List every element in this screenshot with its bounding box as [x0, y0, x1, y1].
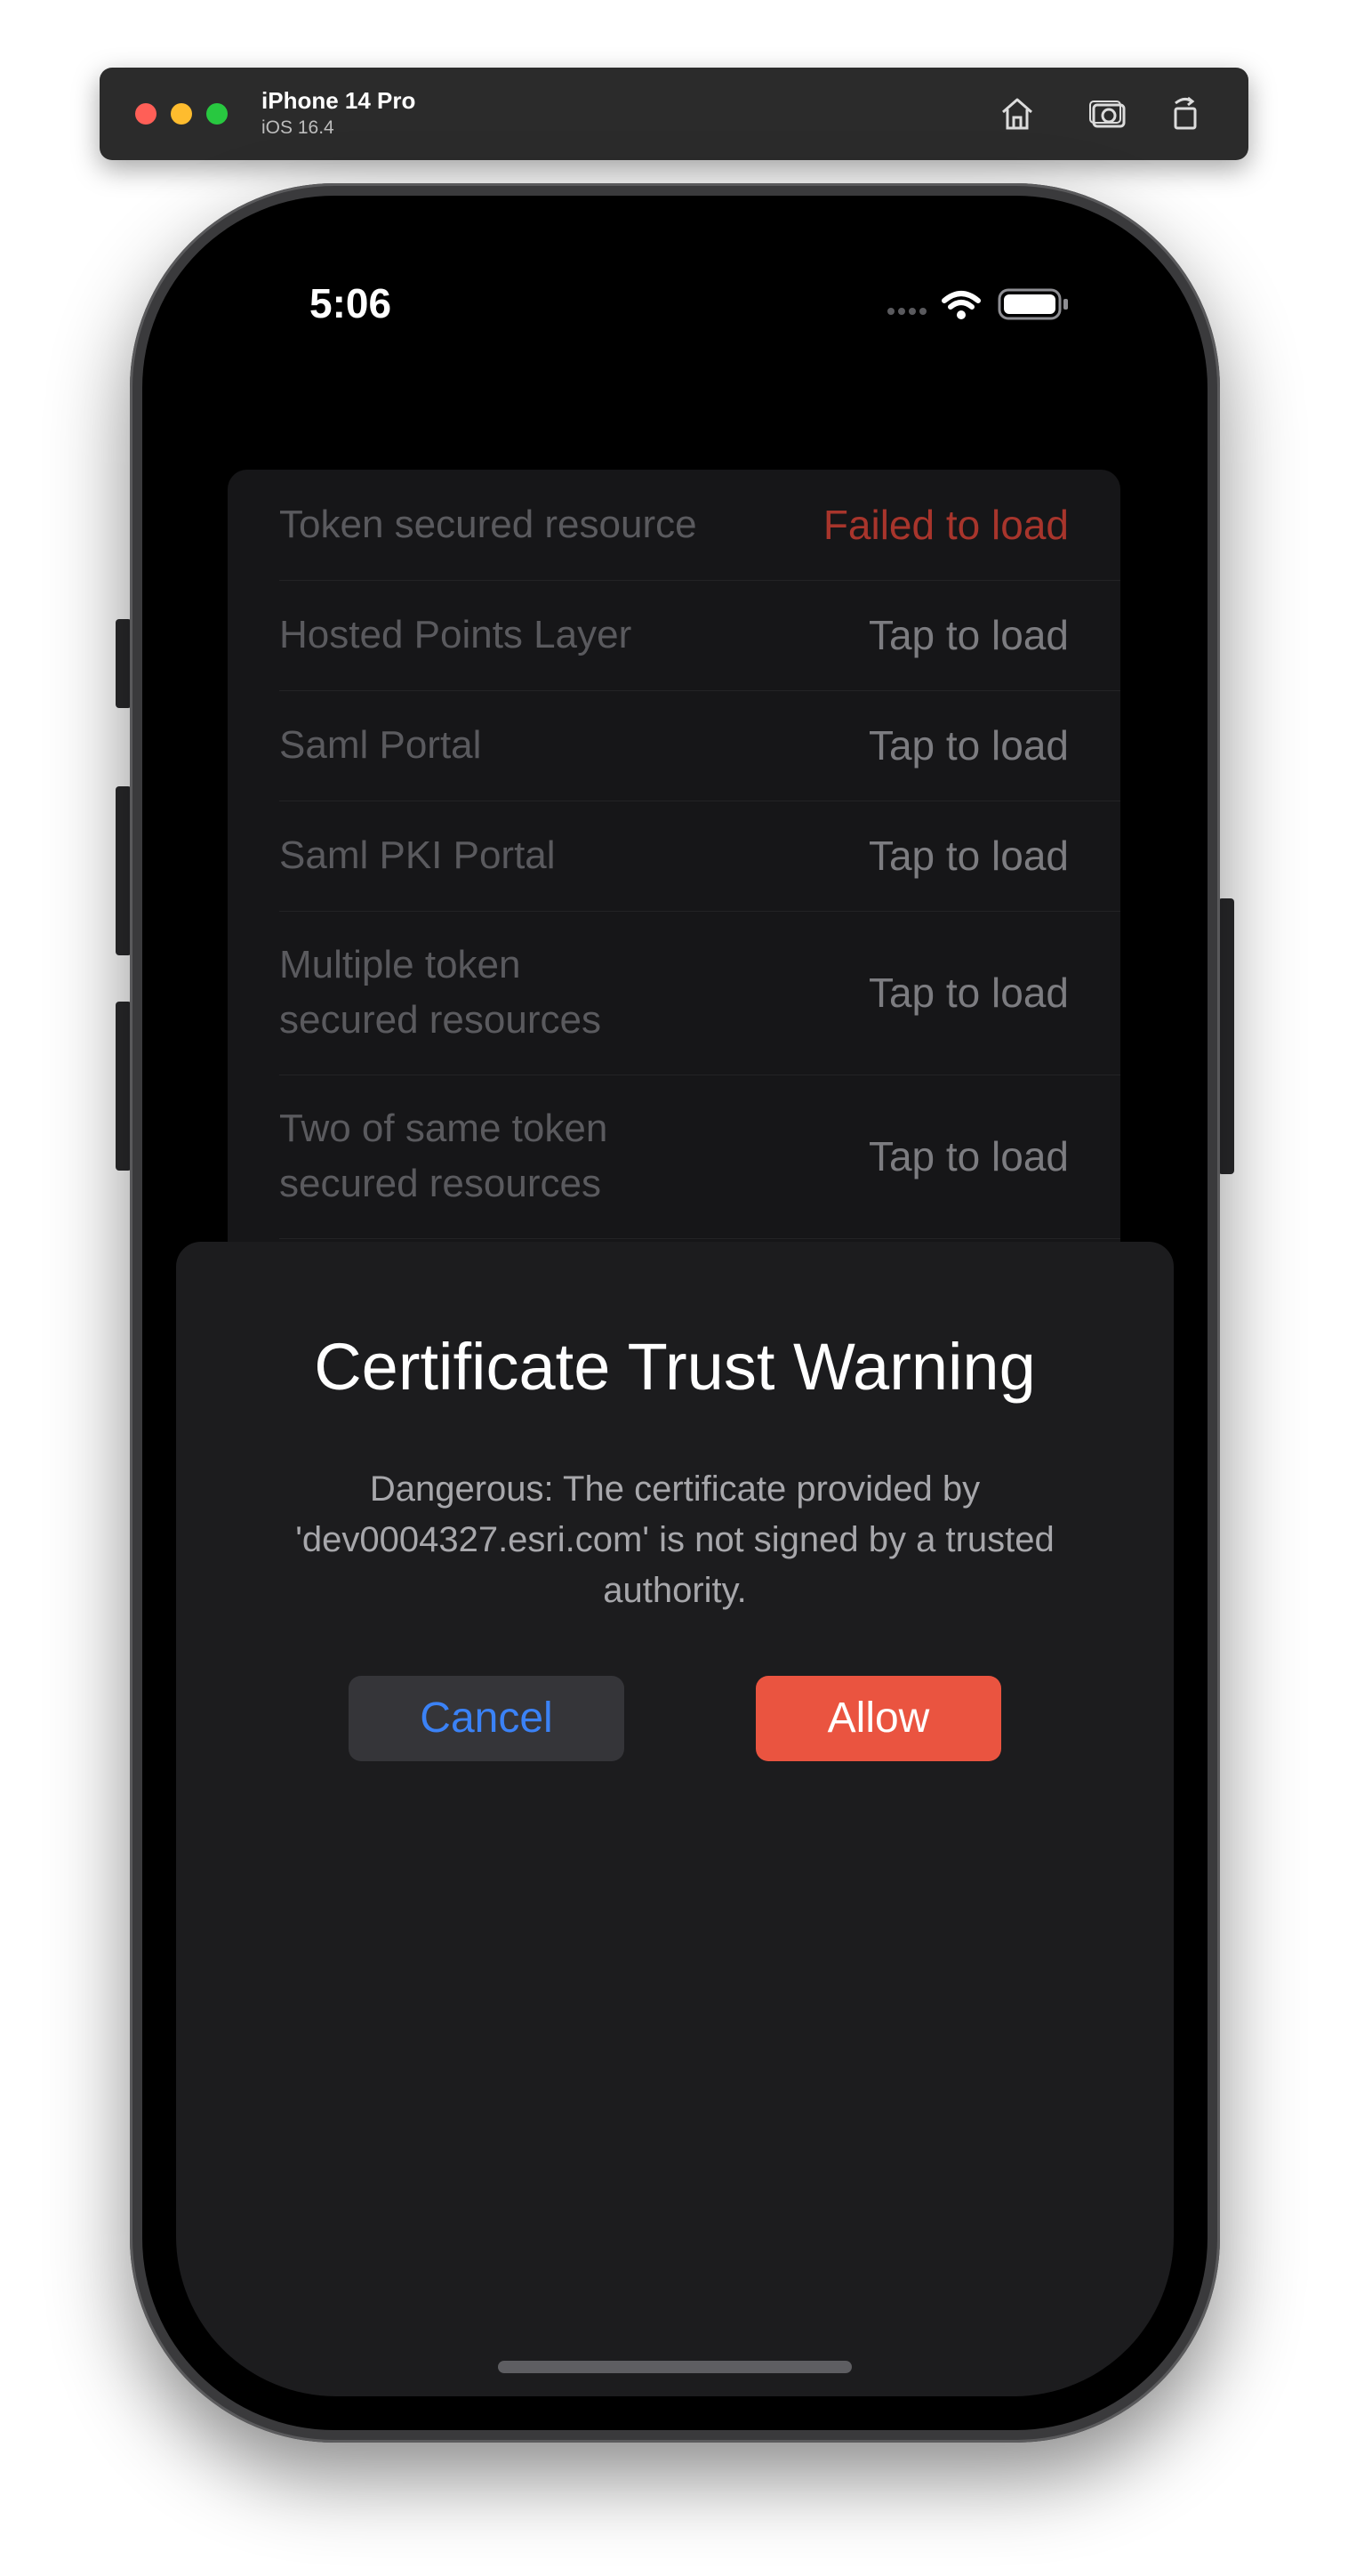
list-item-multiple-token-secured-resources[interactable]: Multiple token secured resources Tap to …	[279, 911, 1120, 1075]
list-item-saml-pki-portal[interactable]: Saml PKI Portal Tap to load	[279, 801, 1120, 912]
power-button	[1218, 898, 1234, 1174]
list-item-title: Token secured resource	[279, 503, 697, 546]
list-item-two-of-same-token-secured-resources[interactable]: Two of same token secured resources Tap …	[279, 1075, 1120, 1239]
zoom-window-button[interactable]	[206, 103, 228, 125]
list-item-title: Saml PKI Portal	[279, 833, 556, 877]
list-item-title-line2: secured resources	[279, 998, 601, 1042]
simulator-toolbar: iPhone 14 Pro iOS 16.4	[100, 68, 1248, 160]
sheet-title: Certificate Trust Warning	[314, 1330, 1036, 1404]
camera-icon[interactable]	[1085, 91, 1131, 137]
certificate-warning-sheet: Certificate Trust Warning Dangerous: The…	[176, 1242, 1174, 2396]
minimize-window-button[interactable]	[171, 103, 192, 125]
list-item-saml-portal[interactable]: Saml Portal Tap to load	[279, 690, 1120, 801]
allow-button[interactable]: Allow	[756, 1676, 1001, 1761]
device-os-version: iOS 16.4	[261, 117, 334, 138]
device-name: iPhone 14 Pro	[261, 87, 416, 114]
home-indicator[interactable]	[498, 2361, 852, 2373]
home-icon[interactable]	[994, 91, 1040, 137]
list-item-status: Failed to load	[822, 502, 1069, 548]
list-item-status: Tap to load	[868, 970, 1069, 1016]
list-item-title-line1: Multiple token	[279, 943, 521, 986]
list-item-status: Tap to load	[868, 1133, 1069, 1179]
list-item-title: Hosted Points Layer	[279, 613, 632, 656]
wifi-icon	[942, 291, 981, 310]
sheet-message: Dangerous: The certificate provided by '…	[295, 1469, 1055, 1610]
list-item-status: Tap to load	[868, 612, 1069, 658]
list-item-title: Saml Portal	[279, 723, 482, 767]
close-window-button[interactable]	[135, 103, 156, 125]
list-item-title-line2: secured resources	[279, 1162, 601, 1205]
list-item-status: Tap to load	[868, 833, 1069, 879]
status-time: 5:06	[309, 280, 392, 326]
status-icons	[887, 288, 1068, 320]
phone-screen: 5:06 Token secured resource Failed to lo…	[176, 229, 1174, 2396]
rotate-icon[interactable]	[1163, 91, 1209, 137]
list-item-title-line1: Two of same token	[279, 1107, 608, 1150]
list-item-token-secured-resource[interactable]: Token secured resource Failed to load	[279, 470, 1120, 581]
cancel-button[interactable]: Cancel	[349, 1676, 624, 1761]
battery-icon	[998, 288, 1068, 320]
resource-list: Token secured resource Failed to load Ho…	[228, 470, 1120, 1315]
cellular-icon	[887, 308, 927, 315]
list-item-hosted-points-layer[interactable]: Hosted Points Layer Tap to load	[279, 580, 1120, 691]
list-item-status: Tap to load	[868, 722, 1069, 769]
